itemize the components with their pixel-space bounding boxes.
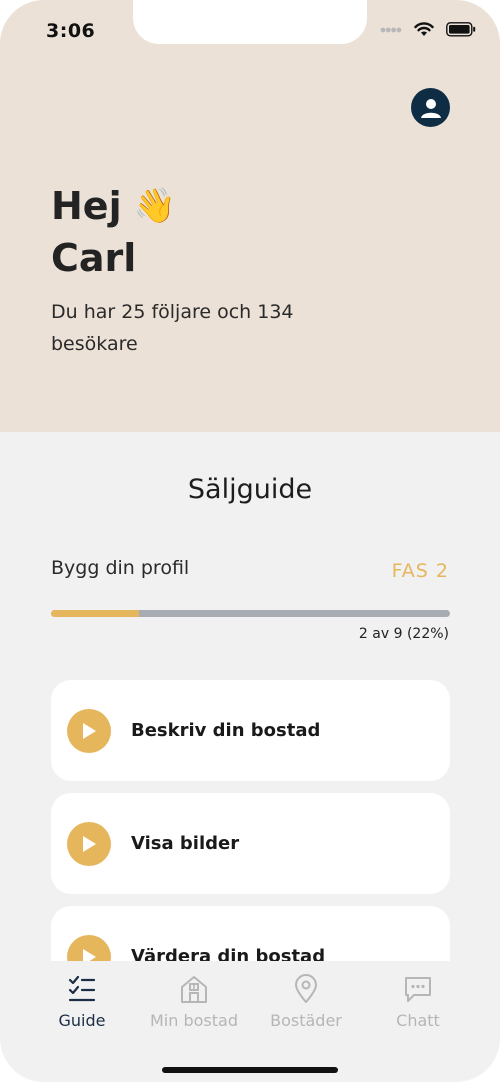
status-time: 3:06: [46, 20, 96, 42]
profile-button[interactable]: [411, 88, 450, 127]
tab-bar: Guide Min bostad Bostäder Chatt: [0, 961, 500, 1082]
task-card[interactable]: Visa bilder: [51, 793, 450, 894]
greeting-header: Hej 👋 Carl Du har 25 följare och 134 bes…: [0, 0, 500, 432]
tab-label: Guide: [58, 1011, 106, 1030]
device-notch: [133, 0, 367, 44]
task-title: Beskriv din bostad: [131, 720, 321, 741]
cellular-dots-icon: [380, 27, 402, 32]
location-pin-icon: [295, 974, 317, 1003]
tab-bostader[interactable]: Bostäder: [250, 973, 362, 1030]
play-button[interactable]: [67, 821, 111, 866]
play-icon: [83, 835, 96, 852]
battery-icon: [446, 22, 476, 37]
progress-bar-fill: [51, 610, 139, 617]
waving-hand-emoji: 👋: [133, 186, 176, 226]
user-avatar-icon: [420, 98, 441, 118]
status-icons: [380, 22, 476, 37]
play-icon: [83, 722, 96, 739]
tab-label: Bostäder: [270, 1011, 342, 1030]
task-title: Visa bilder: [131, 833, 240, 854]
checklist-icon: [68, 975, 96, 1002]
tab-label: Chatt: [396, 1011, 440, 1030]
user-name: Carl: [51, 236, 137, 280]
app-screen: Hej 👋 Carl Du har 25 följare och 134 bes…: [0, 0, 500, 1082]
wifi-icon: [414, 22, 434, 36]
tab-label: Min bostad: [150, 1011, 238, 1030]
chat-bubble-icon: [405, 977, 431, 1002]
followers-visitors-text: Du har 25 följare och 134 besökare: [51, 301, 294, 355]
greeting: Hej 👋 Carl: [51, 180, 176, 284]
status-bar: 3:06: [0, 0, 500, 62]
section-title: Säljguide: [187, 474, 313, 505]
tab-chatt[interactable]: Chatt: [362, 973, 474, 1030]
task-card[interactable]: Beskriv din bostad: [51, 680, 450, 781]
home-indicator: [162, 1067, 338, 1073]
play-button[interactable]: [67, 708, 111, 753]
greeting-text: Hej: [51, 184, 122, 228]
house-icon: [181, 976, 207, 1003]
tab-guide[interactable]: Guide: [26, 973, 138, 1030]
step-label: Bygg din profil: [51, 557, 190, 579]
phase-badge: FAS 2: [391, 560, 449, 582]
progress-bar: [51, 610, 450, 617]
progress-text: 2 av 9 (22%): [358, 626, 449, 642]
tab-min-bostad[interactable]: Min bostad: [138, 973, 250, 1030]
